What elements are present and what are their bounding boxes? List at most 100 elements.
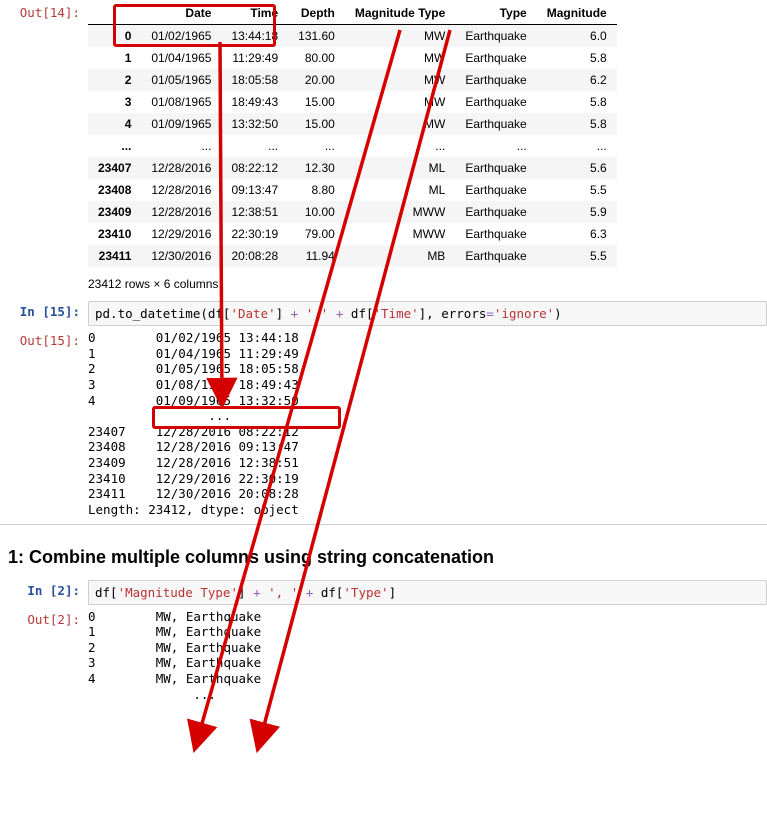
cell-Mag: 6.2 (537, 69, 617, 91)
cell-Mag: 5.8 (537, 113, 617, 135)
cell-Type: Earthquake (455, 179, 536, 201)
cell-MagType: MW (345, 91, 455, 113)
row-index: 23409 (88, 201, 141, 223)
table-row: 001/02/196513:44:18131.60MWEarthquake6.0 (88, 25, 617, 48)
cell-Depth: 10.00 (288, 201, 345, 223)
cell-Depth: 131.60 (288, 25, 345, 48)
out14-row: Out[14]: Date Time Depth Magnitude Type … (0, 0, 767, 299)
out14-col-Date: Date (141, 2, 221, 25)
cell-Time: 09:13:47 (221, 179, 288, 201)
cell-Date: 12/28/2016 (141, 157, 221, 179)
table-row: 401/09/196513:32:5015.00MWEarthquake5.8 (88, 113, 617, 135)
cell-Depth: 15.00 (288, 113, 345, 135)
cell-Depth: 12.30 (288, 157, 345, 179)
table-row: ..................... (88, 135, 617, 157)
out14-header-index (88, 2, 141, 25)
cell-Type: Earthquake (455, 223, 536, 245)
cell-Date: 01/04/1965 (141, 47, 221, 69)
cell-MagType: MW (345, 47, 455, 69)
cell-Mag: 5.6 (537, 157, 617, 179)
cell-Mag: ... (537, 135, 617, 157)
row-index: 2 (88, 69, 141, 91)
table-row: 301/08/196518:49:4315.00MWEarthquake5.8 (88, 91, 617, 113)
in2-prompt: In [2]: (0, 580, 88, 598)
cell-Type: Earthquake (455, 245, 536, 267)
cell-MagType: MWW (345, 201, 455, 223)
cell-Depth: 11.94 (288, 245, 345, 267)
row-index: 23407 (88, 157, 141, 179)
row-index: 4 (88, 113, 141, 135)
table-row: 101/04/196511:29:4980.00MWEarthquake5.8 (88, 47, 617, 69)
table-row: 2341012/29/201622:30:1979.00MWWEarthquak… (88, 223, 617, 245)
cell-Mag: 5.9 (537, 201, 617, 223)
out15-prompt: Out[15]: (0, 330, 88, 348)
in15-row: In [15]: pd.to_datetime(df['Date'] + ' '… (0, 299, 767, 328)
row-index: 3 (88, 91, 141, 113)
out14-header-row: Date Time Depth Magnitude Type Type Magn… (88, 2, 617, 25)
cell-MagType: ... (345, 135, 455, 157)
cell-Type: Earthquake (455, 25, 536, 48)
cell-Time: 13:44:18 (221, 25, 288, 48)
section-heading-1: 1: Combine multiple columns using string… (8, 547, 767, 568)
cell-Time: 18:49:43 (221, 91, 288, 113)
cell-MagType: MWW (345, 223, 455, 245)
cell-Time: ... (221, 135, 288, 157)
in15-code[interactable]: pd.to_datetime(df['Date'] + ' ' + df['Ti… (88, 301, 767, 326)
cell-Depth: 15.00 (288, 91, 345, 113)
cell-Date: ... (141, 135, 221, 157)
row-index: 23410 (88, 223, 141, 245)
in15-prompt: In [15]: (0, 301, 88, 319)
out14-content: Date Time Depth Magnitude Type Type Magn… (88, 2, 767, 297)
cell-Type: Earthquake (455, 201, 536, 223)
cell-Depth: 79.00 (288, 223, 345, 245)
cell-Type: ... (455, 135, 536, 157)
table-row: 2341112/30/201620:08:2811.94MBEarthquake… (88, 245, 617, 267)
row-index: 23411 (88, 245, 141, 267)
cell-Date: 01/09/1965 (141, 113, 221, 135)
out14-col-Time: Time (221, 2, 288, 25)
cell-Date: 12/29/2016 (141, 223, 221, 245)
cell-Date: 01/08/1965 (141, 91, 221, 113)
out2-row: Out[2]: 0 MW, Earthquake 1 MW, Earthquak… (0, 607, 767, 705)
out15-output: 0 01/02/1965 13:44:18 1 01/04/1965 11:29… (88, 330, 767, 518)
cell-Date: 12/30/2016 (141, 245, 221, 267)
cell-MagType: MW (345, 69, 455, 91)
table-row: 2340712/28/201608:22:1212.30MLEarthquake… (88, 157, 617, 179)
cell-Depth: 8.80 (288, 179, 345, 201)
out14-col-Type: Type (455, 2, 536, 25)
cell-Type: Earthquake (455, 69, 536, 91)
row-index: ... (88, 135, 141, 157)
cell-MagType: MW (345, 113, 455, 135)
cell-Time: 08:22:12 (221, 157, 288, 179)
cell-Time: 12:38:51 (221, 201, 288, 223)
cell-Type: Earthquake (455, 91, 536, 113)
cell-MagType: MW (345, 25, 455, 48)
out2-prompt: Out[2]: (0, 609, 88, 627)
cell-Time: 11:29:49 (221, 47, 288, 69)
cell-Date: 01/02/1965 (141, 25, 221, 48)
cell-Depth: ... (288, 135, 345, 157)
out2-output: 0 MW, Earthquake 1 MW, Earthquake 2 MW, … (88, 609, 767, 703)
cell-Mag: 6.3 (537, 223, 617, 245)
row-index: 23408 (88, 179, 141, 201)
row-index: 1 (88, 47, 141, 69)
out14-footer: 23412 rows × 6 columns (88, 273, 767, 297)
cell-MagType: ML (345, 157, 455, 179)
cell-Depth: 20.00 (288, 69, 345, 91)
cell-Date: 01/05/1965 (141, 69, 221, 91)
table-row: 2340912/28/201612:38:5110.00MWWEarthquak… (88, 201, 617, 223)
out14-table: Date Time Depth Magnitude Type Type Magn… (88, 2, 617, 267)
row-index: 0 (88, 25, 141, 48)
cell-Mag: 5.5 (537, 179, 617, 201)
cell-Mag: 5.5 (537, 245, 617, 267)
cell-Time: 22:30:19 (221, 223, 288, 245)
cell-Mag: 5.8 (537, 47, 617, 69)
table-row: 2340812/28/201609:13:478.80MLEarthquake5… (88, 179, 617, 201)
out14-col-Mag: Magnitude (537, 2, 617, 25)
cell-Type: Earthquake (455, 157, 536, 179)
cell-MagType: ML (345, 179, 455, 201)
cell-Type: Earthquake (455, 113, 536, 135)
cell-Time: 20:08:28 (221, 245, 288, 267)
out15-row: Out[15]: 0 01/02/1965 13:44:18 1 01/04/1… (0, 328, 767, 520)
in2-code[interactable]: df['Magnitude Type'] + ', ' + df['Type'] (88, 580, 767, 605)
